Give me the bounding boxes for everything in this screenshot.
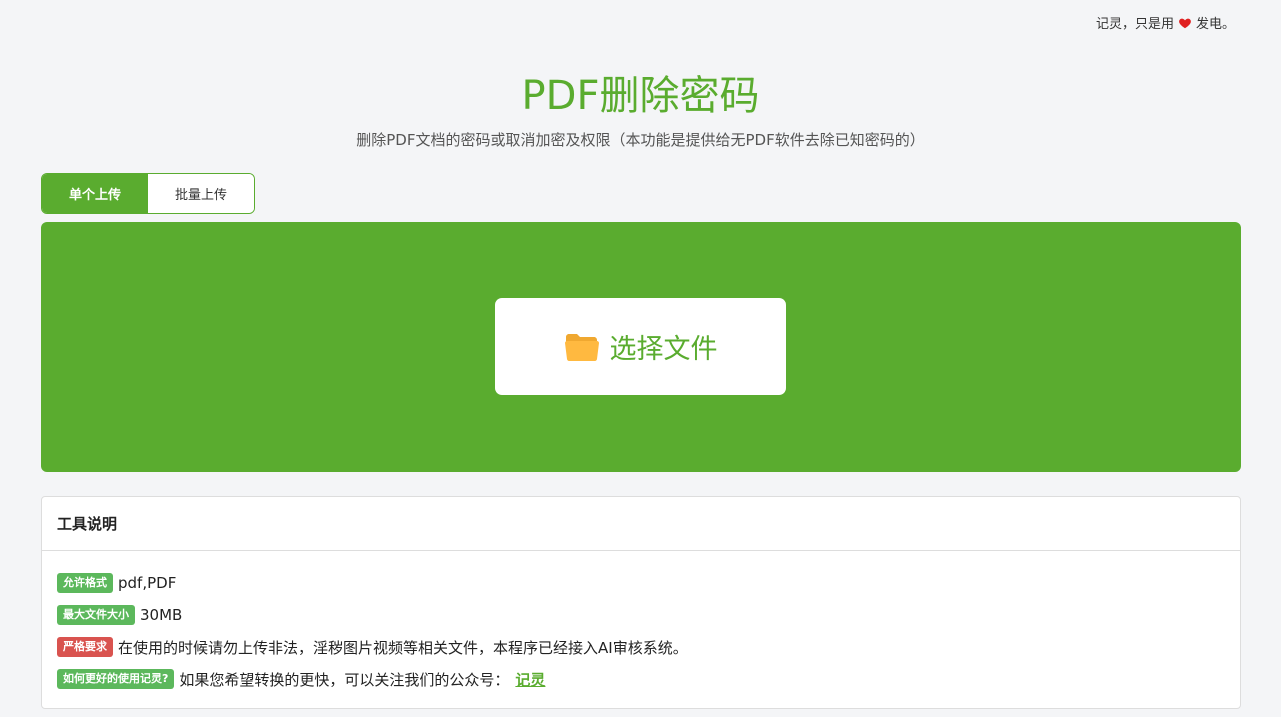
top-note-prefix: 记灵，只是用 [1095, 17, 1174, 32]
badge-allowed-formats: 允许格式 [57, 573, 113, 593]
info-row-requirement: 严格要求 在使用的时候请勿上传非法，淫秽图片视频等相关文件，本程序已经接入AI审… [57, 631, 1225, 663]
tool-info-heading: 工具说明 [42, 497, 1240, 551]
info-row-tips: 如何更好的使用记灵? 如果您希望转换的更快，可以关注我们的公众号： 记灵 [57, 663, 1225, 695]
badge-strict-requirement: 严格要求 [57, 637, 113, 657]
max-size-value: 30MB [140, 606, 183, 624]
upload-dropzone[interactable]: 选择文件 [41, 222, 1241, 472]
folder-icon [564, 333, 599, 361]
tab-batch-upload[interactable]: 批量上传 [148, 174, 254, 213]
requirement-text: 在使用的时候请勿上传非法，淫秽图片视频等相关文件，本程序已经接入AI审核系统。 [118, 638, 688, 657]
heart-icon [1179, 18, 1191, 28]
badge-usage-tips: 如何更好的使用记灵? [57, 669, 175, 689]
page-subtitle: 删除PDF文档的密码或取消加密及权限（本功能是提供给无PDF软件去除已知密码的） [356, 131, 925, 149]
info-row-max-size: 最大文件大小 30MB [57, 599, 1225, 631]
tips-text: 如果您希望转换的更快，可以关注我们的公众号： [179, 670, 510, 689]
tab-single-upload[interactable]: 单个上传 [42, 174, 148, 213]
info-row-formats: 允许格式 pdf,PDF [57, 567, 1225, 599]
top-note-suffix: 发电。 [1195, 17, 1235, 32]
page-title: PDF删除密码 [521, 73, 760, 119]
choose-file-label: 选择文件 [609, 334, 718, 365]
top-note: 记灵，只是用 发电。 [1096, 13, 1235, 32]
choose-file-button[interactable]: 选择文件 [495, 298, 786, 395]
badge-max-size: 最大文件大小 [57, 605, 135, 625]
official-account-link[interactable]: 记灵 [515, 669, 545, 690]
tool-info-panel: 工具说明 允许格式 pdf,PDF 最大文件大小 30MB 严格要求 在使用的时… [41, 496, 1241, 709]
allowed-formats-value: pdf,PDF [118, 574, 177, 592]
upload-mode-tabs: 单个上传 批量上传 [41, 173, 255, 214]
